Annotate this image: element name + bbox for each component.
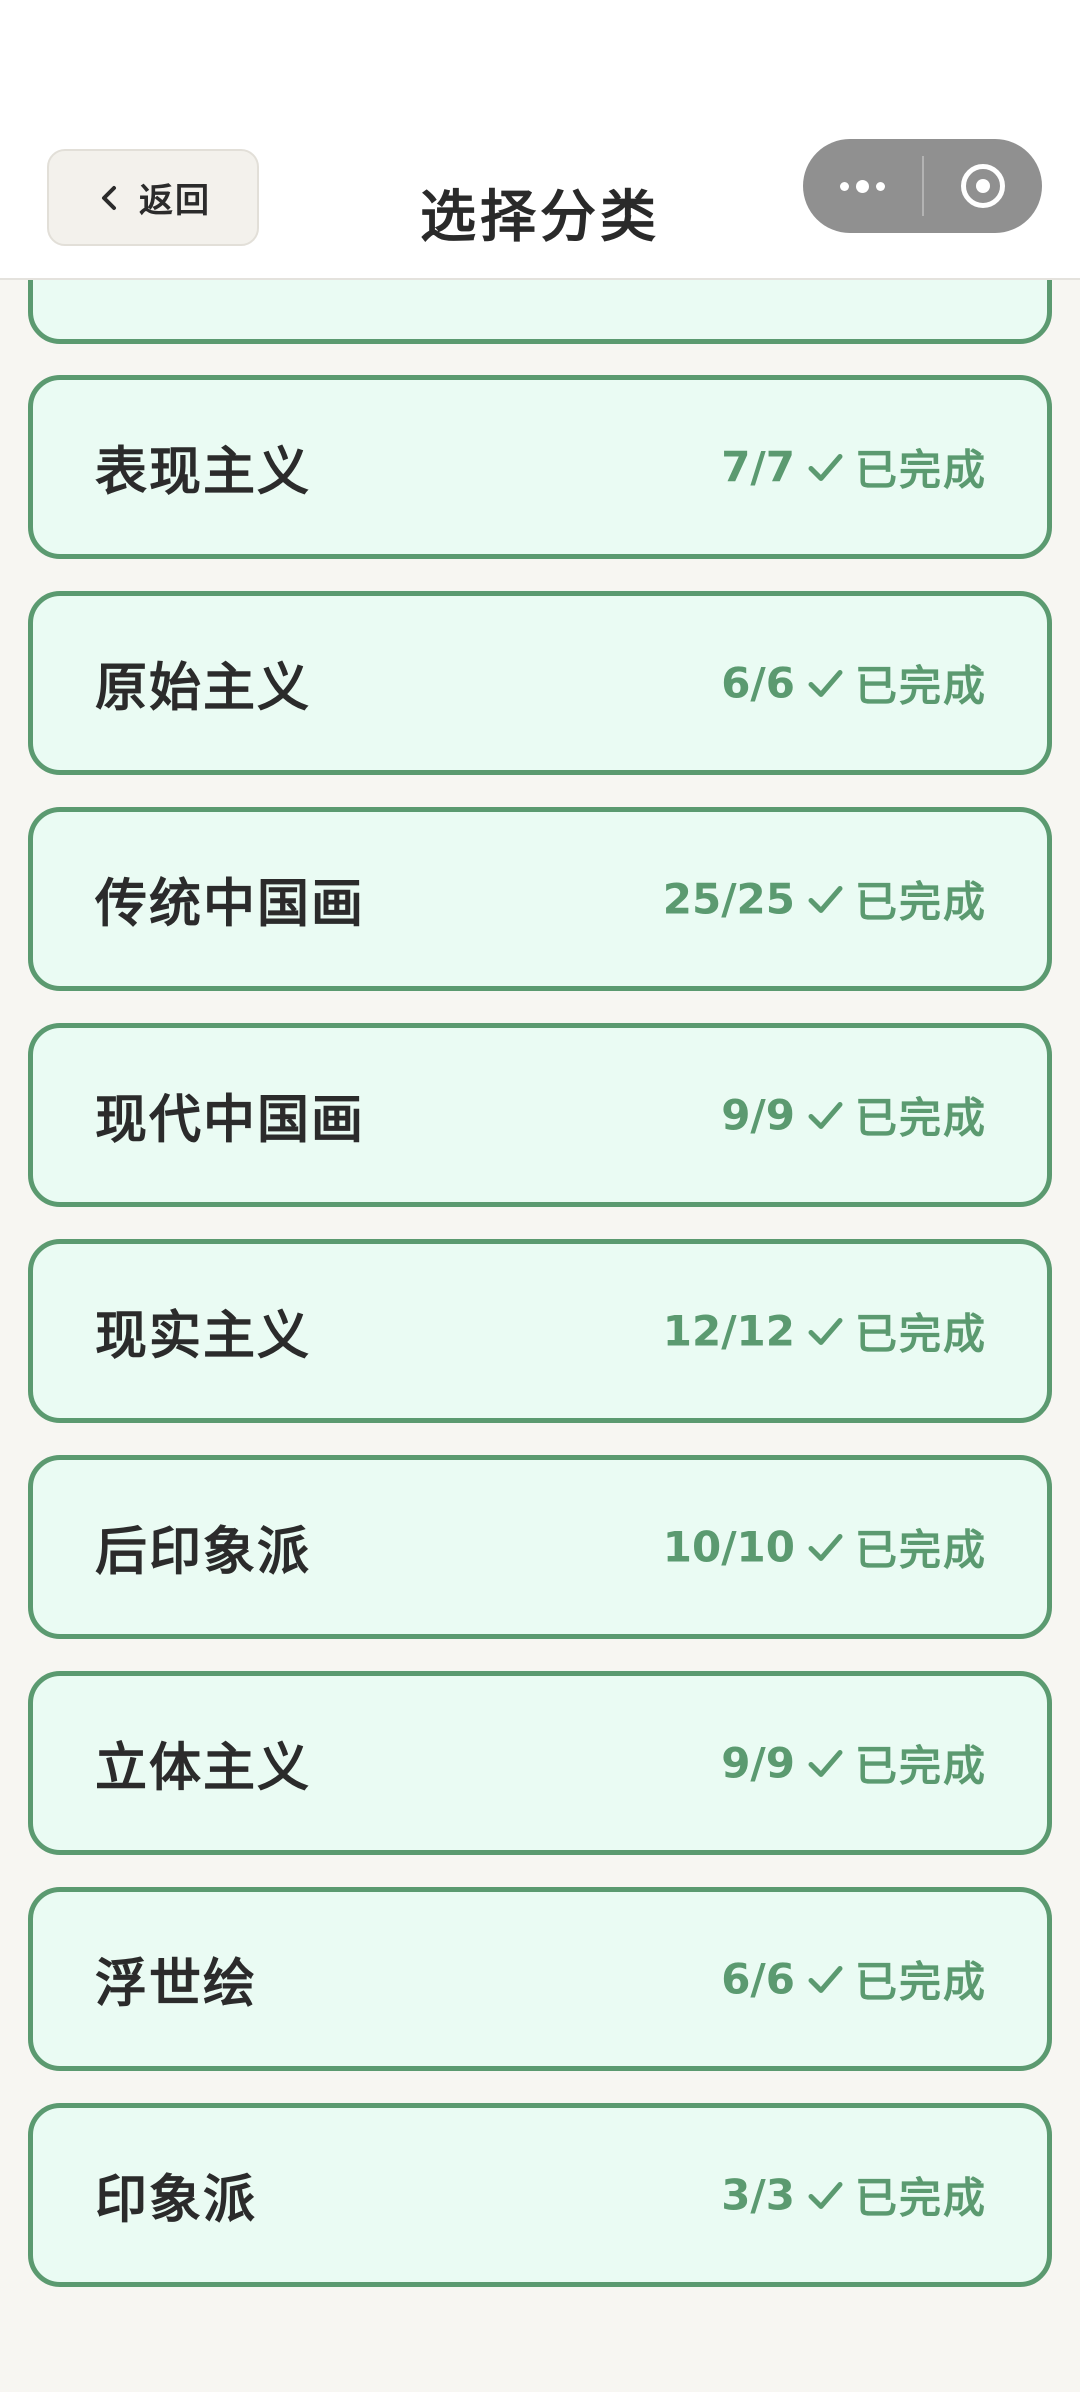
progress-count: 10/10 — [662, 1522, 795, 1572]
completion-status: 6/6 已完成 — [721, 1949, 987, 2010]
progress-count: 7/7 — [721, 442, 795, 492]
completion-status: 10/10 已完成 — [663, 1517, 987, 1578]
category-name: 传统中国画 — [95, 874, 366, 935]
status-label: 已完成 — [854, 1309, 987, 1359]
category-card-ukiyo-e[interactable]: 浮世绘 6/6 已完成 — [28, 1887, 1052, 2071]
status-label: 已完成 — [854, 1093, 987, 1143]
target-icon — [960, 164, 1005, 208]
completion-status: 25/25 已完成 — [663, 869, 987, 930]
more-button[interactable] — [803, 139, 922, 233]
category-name: 浮世绘 — [95, 1954, 258, 2015]
status-label: 已完成 — [854, 1525, 987, 1575]
category-name: 现代中国画 — [95, 1090, 366, 1151]
status-label: 已完成 — [854, 661, 987, 711]
category-card-primitivism[interactable]: 原始主义 6/6 已完成 — [28, 591, 1052, 775]
completion-status: 9/9 已完成 — [721, 1085, 987, 1146]
category-name: 后印象派 — [95, 1522, 312, 1583]
check-icon — [808, 669, 843, 697]
navigation-bar: 返回 选择分类 — [0, 0, 1080, 280]
status-label: 已完成 — [854, 445, 987, 495]
completion-status: 9/9 已完成 — [721, 1733, 987, 1794]
more-dots-icon — [839, 179, 885, 193]
category-card-realism[interactable]: 现实主义 12/12 已完成 — [28, 1239, 1052, 1423]
check-icon — [808, 2181, 843, 2209]
category-card-expressionism[interactable]: 表现主义 7/7 已完成 — [28, 375, 1052, 559]
progress-count: 9/9 — [721, 1090, 795, 1140]
status-label: 已完成 — [854, 1741, 987, 1791]
category-name: 表现主义 — [95, 442, 312, 503]
status-label: 已完成 — [854, 877, 987, 927]
status-label: 已完成 — [854, 2173, 987, 2223]
category-card-cubism[interactable]: 立体主义 9/9 已完成 — [28, 1671, 1052, 1855]
category-list[interactable]: 表现主义 7/7 已完成 原始主义 6/6 已完成 传统中国画 25/25 已完… — [0, 0, 1080, 2392]
progress-count: 12/12 — [662, 1306, 795, 1356]
check-icon — [808, 885, 843, 913]
completion-status: 3/3 已完成 — [721, 2165, 987, 2226]
progress-count: 9/9 — [721, 1738, 795, 1788]
category-card-traditional-chinese-painting[interactable]: 传统中国画 25/25 已完成 — [28, 807, 1052, 991]
status-bar — [0, 0, 1080, 140]
category-name: 印象派 — [95, 2170, 258, 2231]
category-name: 现实主义 — [95, 1306, 312, 1367]
progress-count: 6/6 — [721, 658, 795, 708]
category-card-impressionism[interactable]: 印象派 3/3 已完成 — [28, 2103, 1052, 2287]
category-card-modern-chinese-painting[interactable]: 现代中国画 9/9 已完成 — [28, 1023, 1052, 1207]
mini-program-capsule — [803, 139, 1042, 233]
completion-status: 12/12 已完成 — [663, 1301, 987, 1362]
completion-status: 7/7 已完成 — [721, 437, 987, 498]
close-button[interactable] — [924, 139, 1043, 233]
category-card-post-impressionism[interactable]: 后印象派 10/10 已完成 — [28, 1455, 1052, 1639]
progress-count: 25/25 — [662, 874, 795, 924]
check-icon — [808, 1965, 843, 1993]
progress-count: 6/6 — [721, 1954, 795, 2004]
check-icon — [808, 1101, 843, 1129]
check-icon — [808, 1317, 843, 1345]
category-name: 原始主义 — [95, 658, 312, 719]
check-icon — [808, 453, 843, 481]
check-icon — [808, 1533, 843, 1561]
check-icon — [808, 1749, 843, 1777]
category-name: 立体主义 — [95, 1738, 312, 1799]
progress-count: 3/3 — [721, 2170, 795, 2220]
status-label: 已完成 — [854, 1957, 987, 2007]
completion-status: 6/6 已完成 — [721, 653, 987, 714]
